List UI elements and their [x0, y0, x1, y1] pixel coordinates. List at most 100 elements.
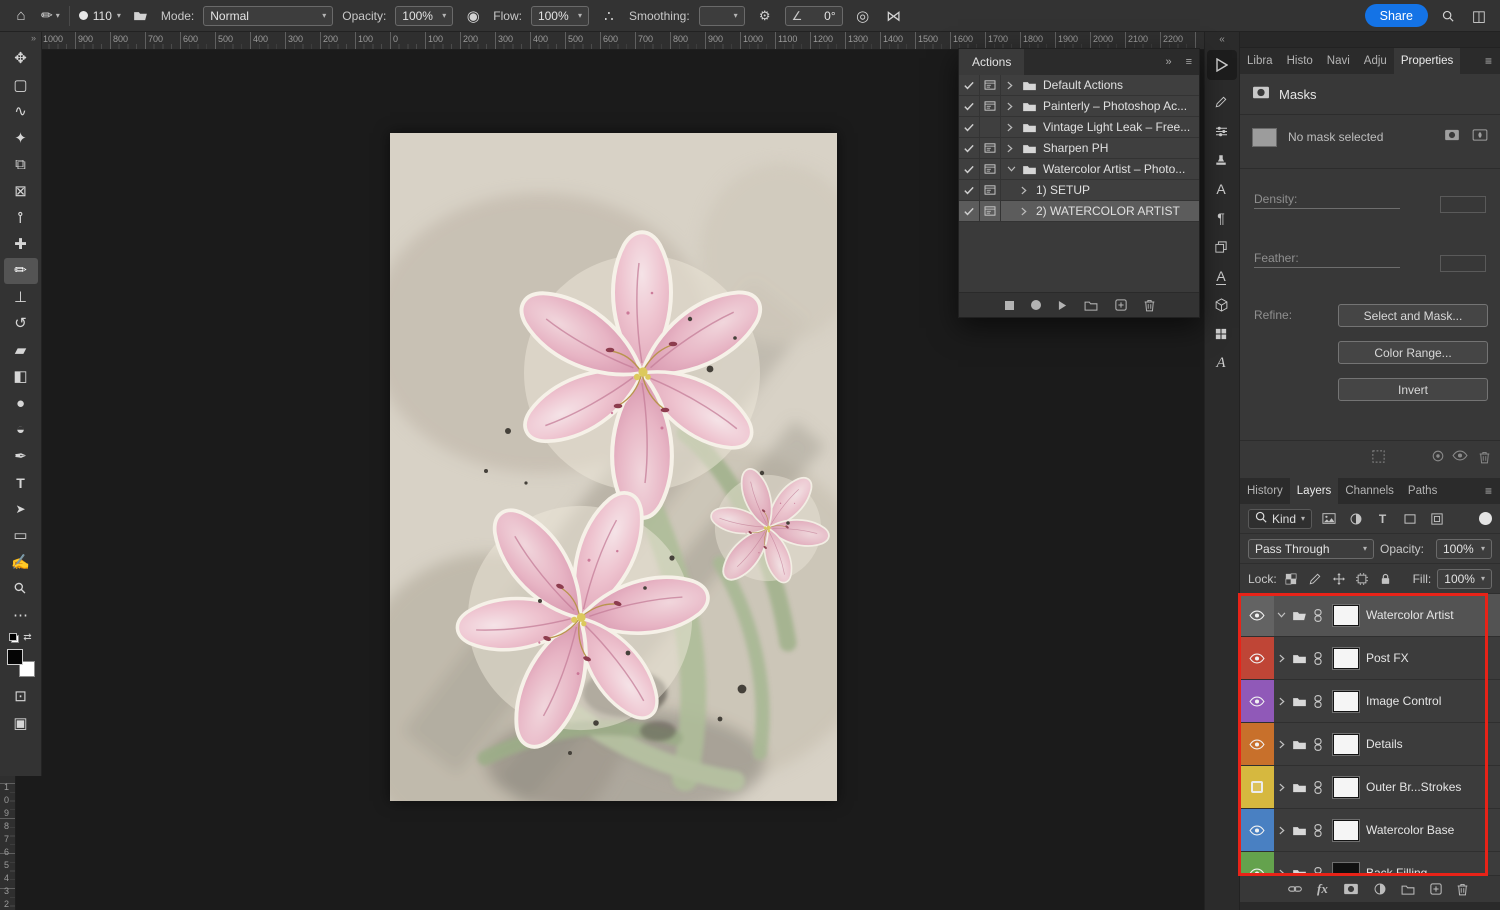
mode-select[interactable]: Normal▾	[203, 6, 333, 26]
layer-visibility-toggle[interactable]	[1240, 637, 1274, 679]
action-check-toggle[interactable]	[959, 180, 980, 200]
actions-menu-icon[interactable]: ≡	[1179, 56, 1199, 68]
action-row[interactable]: Watercolor Artist – Photo...	[959, 159, 1199, 180]
chevron-right-icon[interactable]	[1007, 81, 1016, 90]
search-icon[interactable]	[1437, 10, 1459, 22]
chevron-down-icon[interactable]	[1007, 166, 1016, 172]
layer-visibility-toggle[interactable]	[1240, 809, 1274, 851]
brush-settings-toggle-icon[interactable]	[130, 10, 152, 21]
paragraph-panel-icon[interactable]: ¶	[1207, 205, 1235, 231]
layer-filter-toggle[interactable]	[1479, 512, 1492, 525]
tool-crop[interactable]: ⧉	[4, 152, 38, 178]
character-panel-icon[interactable]: A	[1207, 176, 1235, 202]
panel-menu-icon[interactable]: ≡	[1477, 484, 1500, 498]
tab-histo[interactable]: Histo	[1280, 48, 1320, 74]
tool-hand[interactable]: ✍	[4, 549, 38, 575]
add-pixel-mask-icon[interactable]	[1444, 129, 1460, 141]
actions-panel-tab[interactable]: Actions	[959, 49, 1024, 75]
tab-paths[interactable]: Paths	[1401, 478, 1444, 504]
layer-visibility-toggle[interactable]	[1240, 723, 1274, 765]
actions-panel-icon[interactable]	[1207, 50, 1237, 80]
tab-channels[interactable]: Channels	[1338, 478, 1401, 504]
new-layer-icon[interactable]	[1430, 883, 1442, 895]
brush-tool-preset[interactable]: ✏▾	[41, 7, 60, 24]
filter-smart-objects-icon[interactable]	[1426, 509, 1447, 528]
load-selection-icon[interactable]	[1372, 450, 1385, 463]
opacity-select[interactable]: 100%▾	[395, 6, 453, 26]
invert-button[interactable]: Invert	[1338, 378, 1488, 401]
tool-frame[interactable]: ⊠	[4, 178, 38, 204]
tool-history-brush[interactable]: ↺	[4, 311, 38, 337]
share-button[interactable]: Share	[1365, 4, 1428, 27]
pressure-size-icon[interactable]: ◎	[852, 7, 874, 25]
select-and-mask-button[interactable]: Select and Mask...	[1338, 304, 1488, 327]
layer-name[interactable]: Details	[1366, 737, 1403, 751]
mask-thumbnail[interactable]	[1333, 734, 1359, 755]
stop-playing-icon[interactable]	[1005, 301, 1014, 310]
layer-comps-panel-icon[interactable]	[1207, 234, 1235, 260]
tool-dodge[interactable]: ◒	[4, 417, 38, 443]
brush-settings-panel-icon[interactable]	[1207, 89, 1235, 115]
tool-healing[interactable]: ✚	[4, 231, 38, 257]
layer-row[interactable]: Image Control	[1240, 680, 1500, 723]
tool-type[interactable]: T	[4, 470, 38, 496]
tool-edit-toolbar[interactable]: ⋯	[4, 602, 38, 628]
chevron-right-icon[interactable]	[1274, 783, 1289, 792]
mask-thumbnail[interactable]	[1333, 863, 1359, 876]
airbrush-icon[interactable]: ∴	[598, 7, 620, 25]
chevron-right-icon[interactable]	[1274, 654, 1289, 663]
action-dialog-toggle[interactable]	[980, 159, 1001, 179]
tool-rect-marquee[interactable]: ▢	[4, 72, 38, 98]
new-action-set-icon[interactable]	[1084, 300, 1098, 311]
play-selection-icon[interactable]	[1058, 300, 1067, 311]
layer-visibility-toggle[interactable]	[1240, 766, 1274, 808]
mask-thumbnail[interactable]	[1333, 605, 1359, 626]
action-row[interactable]: Painterly – Photoshop Ac...	[959, 96, 1199, 117]
action-check-toggle[interactable]	[959, 159, 980, 179]
action-dialog-toggle[interactable]	[980, 96, 1001, 116]
quick-mask-button[interactable]: ⊡	[4, 683, 38, 709]
mask-thumbnail[interactable]	[1333, 648, 1359, 669]
disable-mask-icon[interactable]	[1452, 450, 1468, 461]
tab-history[interactable]: History	[1240, 478, 1290, 504]
tool-gradient[interactable]: ◧	[4, 364, 38, 390]
action-dialog-toggle[interactable]	[980, 75, 1001, 95]
panel-menu-icon[interactable]: ≡	[1477, 54, 1500, 68]
tool-path-select[interactable]: ➤	[4, 496, 38, 522]
flow-select[interactable]: 100%▾	[531, 6, 589, 26]
tool-eyedropper[interactable]: ⊸	[4, 205, 38, 231]
new-group-icon[interactable]	[1401, 884, 1415, 895]
mask-thumbnail[interactable]	[1333, 820, 1359, 841]
chevron-right-icon[interactable]	[1007, 123, 1016, 132]
feather-value-field[interactable]	[1440, 255, 1486, 272]
swap-colors-icon[interactable]: ⇄	[23, 632, 31, 643]
home-icon[interactable]: ⌂	[10, 7, 32, 24]
layer-visibility-toggle[interactable]	[1240, 680, 1274, 722]
tool-zoom[interactable]: ⚲	[4, 576, 38, 602]
layer-name[interactable]: Outer Br...Strokes	[1366, 780, 1461, 794]
action-check-toggle[interactable]	[959, 201, 980, 221]
layer-row[interactable]: Watercolor Base	[1240, 809, 1500, 852]
lock-artboard-icon[interactable]	[1353, 569, 1371, 588]
add-vector-mask-icon[interactable]	[1472, 129, 1488, 141]
lock-all-icon[interactable]	[1377, 569, 1395, 588]
delete-action-icon[interactable]	[1144, 298, 1155, 312]
filter-type-layers-icon[interactable]: T	[1372, 509, 1393, 528]
character-styles-panel-icon[interactable]: A	[1207, 263, 1235, 289]
3d-panel-icon[interactable]	[1207, 292, 1235, 318]
delete-mask-icon[interactable]	[1479, 450, 1490, 464]
action-dialog-toggle[interactable]	[980, 180, 1001, 200]
tool-quick-select[interactable]: ✦	[4, 125, 38, 151]
layer-row[interactable]: Details	[1240, 723, 1500, 766]
action-check-toggle[interactable]	[959, 138, 980, 158]
action-row[interactable]: Sharpen PH	[959, 138, 1199, 159]
lock-position-icon[interactable]	[1330, 569, 1348, 588]
layer-row[interactable]: Back Filling	[1240, 852, 1500, 875]
layer-name[interactable]: Image Control	[1366, 694, 1441, 708]
expand-panels-icon[interactable]: «	[1205, 32, 1239, 47]
layer-name[interactable]: Post FX	[1366, 651, 1409, 665]
screen-mode-button[interactable]: ▣	[4, 710, 38, 736]
tool-eraser[interactable]: ▰	[4, 337, 38, 363]
tab-adju[interactable]: Adju	[1357, 48, 1394, 74]
layer-filter-kind-select[interactable]: Kind ▾	[1248, 509, 1312, 529]
